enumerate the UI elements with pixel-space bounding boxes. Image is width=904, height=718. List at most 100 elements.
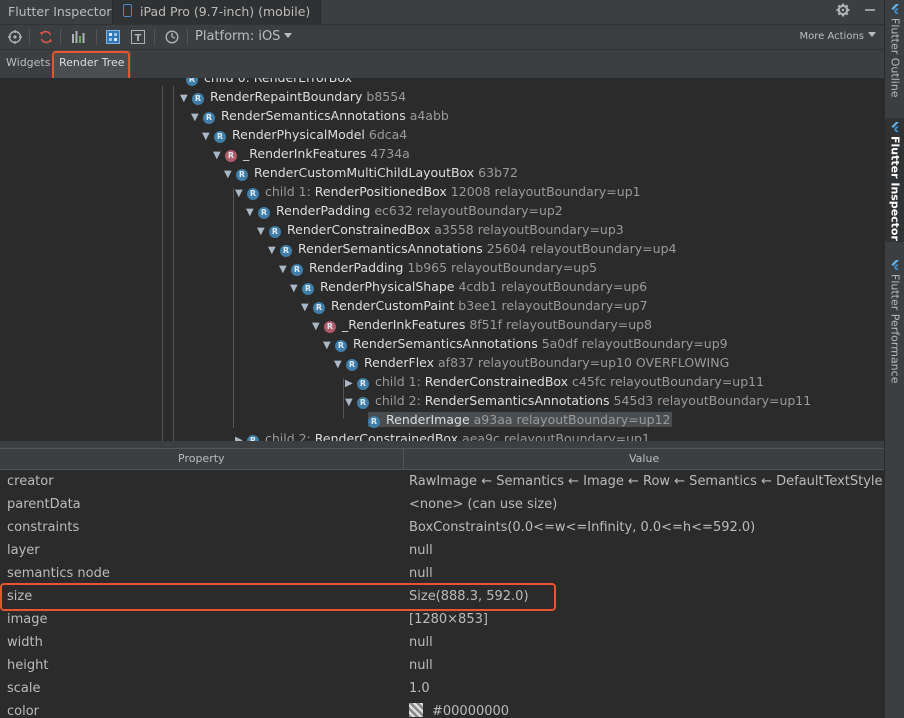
performance-overlay-icon[interactable] bbox=[70, 28, 88, 46]
tree-node[interactable]: ▼ R RenderRepaintBoundary b8554 bbox=[180, 87, 406, 106]
node-name: RenderRepaintBoundary bbox=[210, 89, 363, 104]
slow-animations-icon[interactable] bbox=[163, 28, 181, 46]
property-value: BoxConstraints(0.0<=w<=Infinity, 0.0<=h<… bbox=[409, 520, 756, 535]
color-swatch-icon bbox=[409, 703, 423, 717]
node-label[interactable]: R RenderSemanticsAnnotations 5a0df relayo… bbox=[335, 336, 728, 352]
node-name: RenderCustomMultiChildLayoutBox bbox=[254, 165, 475, 180]
tree-node[interactable]: ▶ Rchild 1: RenderConstrainedBox c45fc re… bbox=[345, 372, 764, 391]
node-label[interactable]: Rchild 2: RenderSemanticsAnnotations 545… bbox=[357, 393, 812, 409]
gear-icon[interactable] bbox=[836, 3, 850, 17]
property-row-creator[interactable]: creator RawImage ← Semantics ← Image ← Ro… bbox=[0, 470, 884, 493]
expand-arrow-icon[interactable]: ▶ bbox=[235, 431, 247, 441]
property-row-scale[interactable]: scale 1.0 bbox=[0, 677, 884, 700]
node-label[interactable]: R _RenderInkFeatures 4734a bbox=[225, 146, 410, 162]
platform-dropdown[interactable]: Platform: iOS bbox=[195, 25, 293, 49]
node-detail: 63b72 bbox=[474, 165, 518, 180]
sidebar-tab-flutter-inspector[interactable]: Flutter Inspector bbox=[885, 118, 904, 242]
node-label[interactable]: Rchild 2: RenderConstrainedBox aea9c rel… bbox=[247, 431, 650, 441]
tree-node[interactable]: ▼ Rchild 1: RenderPositionedBox 12008 rel… bbox=[235, 182, 641, 201]
tree-node[interactable]: ▼ R RenderCustomPaint b3ee1 relayoutBounda… bbox=[301, 296, 648, 315]
property-value: [1280×853] bbox=[409, 612, 488, 627]
property-row-width[interactable]: width null bbox=[0, 631, 884, 654]
node-name: RenderConstrainedBox bbox=[287, 222, 431, 237]
node-detail: a93aa relayoutBoundary=up12 bbox=[469, 412, 671, 427]
node-detail: 545d3 relayoutBoundary=up11 bbox=[609, 393, 812, 408]
node-label[interactable]: R RenderConstrainedBox a3558 relayoutBoun… bbox=[269, 222, 624, 238]
tree-node[interactable]: ▼ R RenderPadding ec632 relayoutBoundary=u… bbox=[246, 201, 563, 220]
node-label[interactable]: R RenderRepaintBoundary b8554 bbox=[192, 89, 406, 105]
render-object-icon: R bbox=[236, 169, 248, 181]
flutter-logo-icon bbox=[891, 260, 899, 270]
select-widget-icon[interactable] bbox=[6, 28, 24, 46]
node-label[interactable]: R RenderPadding 1b965 relayoutBoundary=up… bbox=[291, 260, 597, 276]
node-label[interactable]: R _RenderInkFeatures 8f51f relayoutBounda… bbox=[324, 317, 652, 333]
tree-node[interactable]: ▼ R RenderCustomMultiChildLayoutBox 63b72 bbox=[224, 163, 518, 182]
property-column-header[interactable]: Property bbox=[178, 449, 225, 469]
property-row-image[interactable]: image [1280×853] bbox=[0, 608, 884, 631]
sidebar-tab-flutter-outline[interactable]: Flutter Outline bbox=[885, 0, 904, 110]
property-name: scale bbox=[7, 681, 41, 696]
tree-node[interactable]: ▼ R RenderSemanticsAnnotations 25604 relay… bbox=[268, 239, 676, 258]
tree-node[interactable]: R RenderImage a93aa relayoutBoundary=up12 bbox=[356, 410, 673, 429]
device-tab[interactable]: iPad Pro (9.7-inch) (mobile) bbox=[112, 0, 322, 24]
tree-node[interactable]: ▼ R RenderPadding 1b965 relayoutBoundary=u… bbox=[279, 258, 597, 277]
debug-paint-icon[interactable] bbox=[104, 28, 122, 46]
node-label[interactable]: R RenderSemanticsAnnotations a4abb bbox=[203, 108, 449, 124]
right-tool-sidebar: Flutter Outline Flutter Inspector Flutte… bbox=[884, 0, 904, 718]
refresh-icon[interactable] bbox=[37, 28, 55, 46]
node-name: RenderPhysicalShape bbox=[320, 279, 455, 294]
tree-node[interactable]: ▼ R RenderPhysicalShape 4cdb1 relayoutBoun… bbox=[290, 277, 647, 296]
node-label[interactable]: Rchild 0: RenderErrorBox bbox=[186, 78, 352, 86]
chevron-down-icon bbox=[868, 32, 876, 37]
tree-node[interactable]: ▼ R _RenderInkFeatures 4734a bbox=[213, 144, 410, 163]
tree-node[interactable]: ▼ R _RenderInkFeatures 8f51f relayoutBound… bbox=[312, 315, 652, 334]
node-detail: 5a0df relayoutBoundary=up9 bbox=[537, 336, 728, 351]
render-object-icon: R bbox=[203, 112, 215, 124]
property-row-parentData[interactable]: parentData <none> (can use size) bbox=[0, 493, 884, 516]
tab-widgets[interactable]: Widgets bbox=[6, 50, 50, 78]
tree-node[interactable]: ▼ R RenderPhysicalModel 6dca4 bbox=[202, 125, 407, 144]
node-name: RenderSemanticsAnnotations bbox=[353, 336, 538, 351]
render-object-icon: R bbox=[357, 397, 369, 409]
node-name: child 0: RenderErrorBox bbox=[204, 78, 352, 85]
property-row-constraints[interactable]: constraints BoxConstraints(0.0<=w<=Infini… bbox=[0, 516, 884, 539]
property-row-height[interactable]: height null bbox=[0, 654, 884, 677]
tree-node[interactable]: ▼ R RenderSemanticsAnnotations 5a0df relay… bbox=[323, 334, 728, 353]
child-prefix: child 2: bbox=[265, 431, 315, 441]
node-label[interactable]: Rchild 1: RenderConstrainedBox c45fc rel… bbox=[357, 374, 764, 390]
sidebar-tab-flutter-performance[interactable]: Flutter Performance bbox=[885, 256, 904, 396]
property-name: color bbox=[7, 704, 40, 718]
node-detail: 4cdb1 relayoutBoundary=up6 bbox=[454, 279, 648, 294]
property-row-color[interactable]: color #00000000 bbox=[0, 700, 884, 718]
node-label[interactable]: R RenderPhysicalShape 4cdb1 relayoutBound… bbox=[302, 279, 648, 295]
property-row-layer[interactable]: layer null bbox=[0, 539, 884, 562]
property-value: RawImage ← Semantics ← Image ← Row ← Sem… bbox=[409, 474, 884, 489]
render-tree[interactable]: Rchild 0: RenderErrorBox▼RRenderRepaintB… bbox=[0, 78, 884, 441]
node-label[interactable]: R RenderPhysicalModel 6dca4 bbox=[214, 127, 407, 143]
node-name: RenderSemanticsAnnotations bbox=[298, 241, 483, 256]
text-baseline-icon[interactable]: T bbox=[129, 28, 147, 46]
tree-node[interactable]: Rchild 0: RenderErrorBox bbox=[174, 78, 352, 87]
node-label[interactable]: R RenderCustomMultiChildLayoutBox 63b72 bbox=[236, 165, 518, 181]
node-detail: 12008 relayoutBoundary=up1 bbox=[446, 184, 641, 199]
node-detail: af837 relayoutBoundary=up10 OVERFLOWING bbox=[434, 355, 730, 370]
property-name: constraints bbox=[7, 520, 80, 535]
node-label[interactable]: R RenderSemanticsAnnotations 25604 relayo… bbox=[280, 241, 676, 257]
node-label[interactable]: R RenderPadding ec632 relayoutBoundary=up… bbox=[258, 203, 563, 219]
tree-node[interactable]: ▶ Rchild 2: RenderConstrainedBox aea9c re… bbox=[235, 429, 650, 441]
minimize-icon[interactable] bbox=[864, 4, 876, 16]
node-label[interactable]: R RenderCustomPaint b3ee1 relayoutBoundar… bbox=[313, 298, 648, 314]
inspector-panel: Flutter Inspector iPad Pro (9.7-inch) (m… bbox=[0, 0, 884, 718]
tree-node[interactable]: ▼ R RenderConstrainedBox a3558 relayoutBou… bbox=[257, 220, 624, 239]
node-name: RenderFlex bbox=[364, 355, 435, 370]
node-label[interactable]: R RenderFlex af837 relayoutBoundary=up10 … bbox=[346, 355, 730, 371]
property-row-semantics-node[interactable]: semantics node null bbox=[0, 562, 884, 585]
selected-node[interactable]: R RenderImage a93aa relayoutBoundary=up12 bbox=[368, 412, 673, 428]
tree-node[interactable]: ▼ Rchild 2: RenderSemanticsAnnotations 54… bbox=[345, 391, 811, 410]
property-name: height bbox=[7, 658, 49, 673]
more-actions-button[interactable]: More Actions bbox=[800, 25, 876, 49]
tree-node[interactable]: ▼ R RenderFlex af837 relayoutBoundary=up10… bbox=[334, 353, 729, 372]
node-label[interactable]: Rchild 1: RenderPositionedBox 12008 rela… bbox=[247, 184, 641, 200]
tree-node[interactable]: ▼ R RenderSemanticsAnnotations a4abb bbox=[191, 106, 449, 125]
value-column-header[interactable]: Value bbox=[629, 449, 659, 469]
